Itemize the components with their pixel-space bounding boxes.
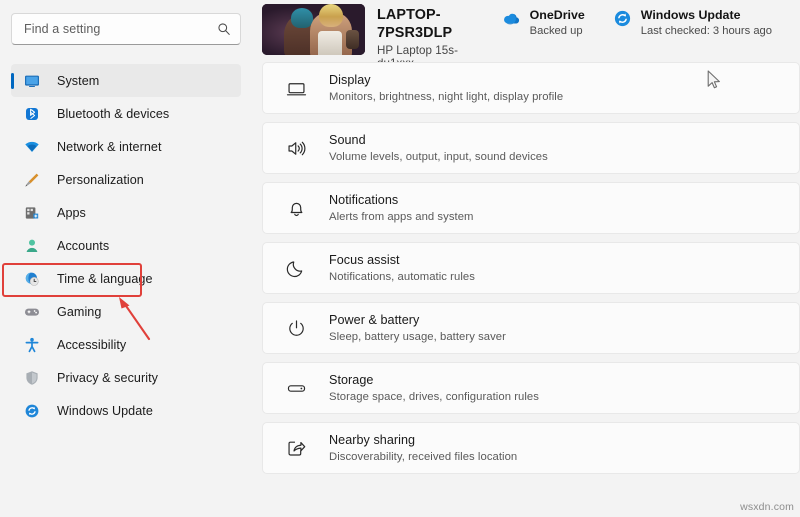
shield-icon — [24, 370, 40, 386]
card-subtitle: Alerts from apps and system — [329, 210, 474, 223]
sidebar-item-label: Windows Update — [57, 403, 153, 418]
card-title: Nearby sharing — [329, 433, 416, 448]
monitor-icon — [24, 73, 40, 89]
sidebar-item-system[interactable]: System — [11, 64, 241, 97]
card-subtitle: Discoverability, received files location — [329, 450, 518, 463]
sidebar-item-label: Time & language — [57, 271, 153, 286]
card-text: Focus assist Notifications, automatic ru… — [329, 253, 475, 283]
status-title: OneDrive — [529, 8, 585, 22]
settings-card-list: Display Monitors, brightness, night ligh… — [262, 62, 800, 474]
sidebar-item-label: Bluetooth & devices — [57, 106, 170, 121]
monitor-outline-icon — [285, 77, 307, 99]
wifi-icon — [24, 139, 40, 155]
share-icon — [285, 437, 307, 459]
sidebar-item-windows-update[interactable]: Windows Update — [11, 394, 241, 427]
apps-icon — [24, 205, 40, 221]
card-title: Power & battery — [329, 313, 420, 328]
sidebar-item-network-internet[interactable]: Network & internet — [11, 130, 241, 163]
search-icon[interactable] — [217, 22, 231, 36]
card-subtitle: Monitors, brightness, night light, displ… — [329, 90, 564, 103]
cloud-icon — [502, 9, 521, 28]
sidebar-item-label: Gaming — [57, 304, 102, 319]
card-title: Storage — [329, 373, 374, 388]
card-title: Sound — [329, 133, 366, 148]
card-subtitle: Volume levels, output, input, sound devi… — [329, 150, 548, 163]
sidebar-item-label: Network & internet — [57, 139, 162, 154]
card-subtitle: Sleep, battery usage, battery saver — [329, 330, 506, 343]
bluetooth-icon — [24, 106, 40, 122]
person-icon — [24, 238, 40, 254]
status-windows-update[interactable]: Windows Update Last checked: 3 hours ago — [613, 8, 772, 37]
card-text: Power & battery Sleep, battery usage, ba… — [329, 313, 506, 343]
card-text: Sound Volume levels, output, input, soun… — [329, 133, 548, 163]
device-name: LAPTOP-7PSR3DLP — [377, 7, 453, 41]
paintbrush-icon — [24, 172, 40, 188]
moon-icon — [285, 257, 307, 279]
settings-card-display[interactable]: Display Monitors, brightness, night ligh… — [262, 62, 800, 114]
sidebar-nav: System Bluetooth & devices Network & int… — [0, 64, 255, 427]
sidebar-item-bluetooth-devices[interactable]: Bluetooth & devices — [11, 97, 241, 130]
status-group: OneDrive Backed up Windows Update Last c… — [502, 4, 800, 37]
gamepad-icon — [24, 304, 40, 320]
status-text: OneDrive Backed up — [530, 8, 585, 37]
settings-card-notifications[interactable]: Notifications Alerts from apps and syste… — [262, 182, 800, 234]
status-subtitle: Backed up — [529, 24, 583, 37]
card-title: Notifications — [329, 193, 399, 208]
sidebar: System Bluetooth & devices — [0, 0, 255, 517]
sync-icon — [613, 9, 632, 28]
sidebar-item-accounts[interactable]: Accounts — [11, 229, 241, 262]
settings-window: System Bluetooth & devices — [0, 0, 800, 517]
sidebar-item-label: Privacy & security — [57, 370, 158, 385]
card-text: Display Monitors, brightness, night ligh… — [329, 73, 563, 103]
bell-icon — [285, 197, 307, 219]
card-subtitle: Storage space, drives, configuration rul… — [329, 390, 539, 403]
drive-icon — [285, 377, 307, 399]
settings-card-sound[interactable]: Sound Volume levels, output, input, soun… — [262, 122, 800, 174]
sidebar-item-accessibility[interactable]: Accessibility — [11, 328, 241, 361]
update-icon — [24, 403, 40, 419]
sidebar-item-label: System — [57, 73, 100, 88]
search-input[interactable] — [24, 22, 217, 36]
settings-card-storage[interactable]: Storage Storage space, drives, configura… — [262, 362, 800, 414]
sidebar-item-label: Apps — [57, 205, 86, 220]
settings-card-power-battery[interactable]: Power & battery Sleep, battery usage, ba… — [262, 302, 800, 354]
settings-card-focus-assist[interactable]: Focus assist Notifications, automatic ru… — [262, 242, 800, 294]
search-box[interactable] — [11, 13, 241, 45]
card-subtitle: Notifications, automatic rules — [329, 270, 475, 283]
clock-globe-icon — [24, 271, 40, 287]
card-text: Notifications Alerts from apps and syste… — [329, 193, 474, 223]
speaker-icon — [285, 137, 307, 159]
status-onedrive[interactable]: OneDrive Backed up — [502, 8, 585, 37]
sidebar-item-time-language[interactable]: Time & language — [11, 262, 241, 295]
accessibility-icon — [24, 337, 40, 353]
card-text: Nearby sharing Discoverability, received… — [329, 433, 517, 463]
sidebar-item-label: Personalization — [57, 172, 144, 187]
sidebar-item-label: Accounts — [57, 238, 110, 253]
card-title: Focus assist — [329, 253, 400, 268]
status-title: Windows Update — [640, 8, 741, 22]
sidebar-item-gaming[interactable]: Gaming — [11, 295, 241, 328]
sidebar-item-personalization[interactable]: Personalization — [11, 163, 241, 196]
status-subtitle: Last checked: 3 hours ago — [640, 24, 772, 37]
sidebar-item-label: Accessibility — [57, 337, 127, 352]
power-icon — [285, 317, 307, 339]
device-header: LAPTOP-7PSR3DLP HP Laptop 15s-du1xxx Ren… — [262, 0, 800, 86]
status-text: Windows Update Last checked: 3 hours ago — [641, 8, 772, 37]
card-text: Storage Storage space, drives, configura… — [329, 373, 539, 403]
settings-card-nearby-sharing[interactable]: Nearby sharing Discoverability, received… — [262, 422, 800, 474]
sidebar-item-privacy-security[interactable]: Privacy & security — [11, 361, 241, 394]
main-content: LAPTOP-7PSR3DLP HP Laptop 15s-du1xxx Ren… — [255, 0, 800, 517]
card-title: Display — [329, 73, 371, 88]
avatar[interactable] — [262, 4, 365, 55]
sidebar-item-apps[interactable]: Apps — [11, 196, 241, 229]
watermark: wsxdn.com — [740, 501, 794, 513]
